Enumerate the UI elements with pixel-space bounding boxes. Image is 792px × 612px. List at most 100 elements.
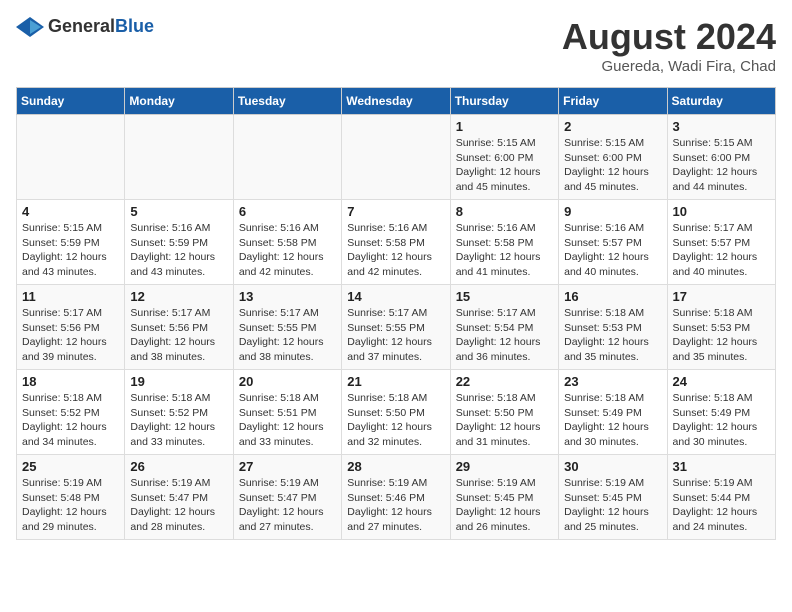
table-row: 31 Sunrise: 5:19 AM Sunset: 5:44 PM Dayli…: [667, 455, 775, 540]
day-info: Sunrise: 5:18 AM Sunset: 5:52 PM Dayligh…: [130, 391, 227, 450]
day-info: Sunrise: 5:19 AM Sunset: 5:46 PM Dayligh…: [347, 476, 444, 535]
day-number: 31: [673, 459, 770, 474]
calendar-header: Sunday Monday Tuesday Wednesday Thursday…: [17, 88, 776, 115]
day-info: Sunrise: 5:19 AM Sunset: 5:47 PM Dayligh…: [239, 476, 336, 535]
day-info: Sunrise: 5:16 AM Sunset: 5:57 PM Dayligh…: [564, 221, 661, 280]
day-number: 9: [564, 204, 661, 219]
table-row: 17 Sunrise: 5:18 AM Sunset: 5:53 PM Dayli…: [667, 285, 775, 370]
table-row: 26Sunrise: 5:19 AM Sunset: 5:47 PM Dayli…: [125, 455, 233, 540]
day-info: Sunrise: 5:16 AM Sunset: 5:58 PM Dayligh…: [456, 221, 553, 280]
table-row: 12 Sunrise: 5:17 AM Sunset: 5:56 PM Dayli…: [125, 285, 233, 370]
col-thursday: Thursday: [450, 88, 558, 115]
day-info: Sunrise: 5:15 AM Sunset: 6:00 PM Dayligh…: [456, 136, 553, 195]
day-info: Sunrise: 5:18 AM Sunset: 5:49 PM Dayligh…: [564, 391, 661, 450]
day-info: Sunrise: 5:16 AM Sunset: 5:59 PM Dayligh…: [130, 221, 227, 280]
table-row: 8 Sunrise: 5:16 AM Sunset: 5:58 PM Daylig…: [450, 200, 558, 285]
table-row: [233, 115, 341, 200]
table-row: 16 Sunrise: 5:18 AM Sunset: 5:53 PM Dayli…: [559, 285, 667, 370]
table-row: 30 Sunrise: 5:19 AM Sunset: 5:45 PM Dayli…: [559, 455, 667, 540]
table-row: 11 Sunrise: 5:17 AM Sunset: 5:56 PM Dayli…: [17, 285, 125, 370]
day-number: 17: [673, 289, 770, 304]
page-header: GeneralBlue August 2024 Guereda, Wadi Fi…: [16, 16, 776, 75]
calendar-title: August 2024: [562, 16, 776, 58]
day-number: 28: [347, 459, 444, 474]
day-info: Sunrise: 5:16 AM Sunset: 5:58 PM Dayligh…: [347, 221, 444, 280]
day-number: 16: [564, 289, 661, 304]
day-number: 25: [22, 459, 119, 474]
day-number: 13: [239, 289, 336, 304]
day-info: Sunrise: 5:17 AM Sunset: 5:56 PM Dayligh…: [22, 306, 119, 365]
col-sunday: Sunday: [17, 88, 125, 115]
table-row: 14 Sunrise: 5:17 AM Sunset: 5:55 PM Dayli…: [342, 285, 450, 370]
calendar-subtitle: Guereda, Wadi Fira, Chad: [562, 58, 776, 75]
col-friday: Friday: [559, 88, 667, 115]
table-row: 19 Sunrise: 5:18 AM Sunset: 5:52 PM Dayli…: [125, 370, 233, 455]
day-number: 27: [239, 459, 336, 474]
table-row: 21 Sunrise: 5:18 AM Sunset: 5:50 PM Dayli…: [342, 370, 450, 455]
day-number: 23: [564, 374, 661, 389]
day-number: 15: [456, 289, 553, 304]
day-number: 22: [456, 374, 553, 389]
day-number: 19: [130, 374, 227, 389]
day-info: Sunrise: 5:18 AM Sunset: 5:53 PM Dayligh…: [564, 306, 661, 365]
table-row: 1 Sunrise: 5:15 AM Sunset: 6:00 PM Daylig…: [450, 115, 558, 200]
day-info: Sunrise: 5:18 AM Sunset: 5:50 PM Dayligh…: [347, 391, 444, 450]
day-number: 1: [456, 119, 553, 134]
table-row: 9 Sunrise: 5:16 AM Sunset: 5:57 PM Daylig…: [559, 200, 667, 285]
day-number: 10: [673, 204, 770, 219]
logo-icon: [16, 17, 44, 37]
table-row: [17, 115, 125, 200]
day-info: Sunrise: 5:17 AM Sunset: 5:55 PM Dayligh…: [347, 306, 444, 365]
logo-general: General: [48, 16, 115, 36]
day-info: Sunrise: 5:15 AM Sunset: 6:00 PM Dayligh…: [564, 136, 661, 195]
title-block: August 2024 Guereda, Wadi Fira, Chad: [562, 16, 776, 75]
day-info: Sunrise: 5:19 AM Sunset: 5:48 PM Dayligh…: [22, 476, 119, 535]
day-number: 2: [564, 119, 661, 134]
day-number: 6: [239, 204, 336, 219]
day-info: Sunrise: 5:18 AM Sunset: 5:51 PM Dayligh…: [239, 391, 336, 450]
table-row: 7Sunrise: 5:16 AM Sunset: 5:58 PM Daylig…: [342, 200, 450, 285]
day-info: Sunrise: 5:19 AM Sunset: 5:44 PM Dayligh…: [673, 476, 770, 535]
col-wednesday: Wednesday: [342, 88, 450, 115]
table-row: [342, 115, 450, 200]
day-number: 26: [130, 459, 227, 474]
logo: GeneralBlue: [16, 16, 154, 37]
table-row: [125, 115, 233, 200]
table-row: 6 Sunrise: 5:16 AM Sunset: 5:58 PM Daylig…: [233, 200, 341, 285]
day-info: Sunrise: 5:18 AM Sunset: 5:49 PM Dayligh…: [673, 391, 770, 450]
table-row: 29 Sunrise: 5:19 AM Sunset: 5:45 PM Dayli…: [450, 455, 558, 540]
day-number: 29: [456, 459, 553, 474]
day-info: Sunrise: 5:17 AM Sunset: 5:57 PM Dayligh…: [673, 221, 770, 280]
day-info: Sunrise: 5:17 AM Sunset: 5:56 PM Dayligh…: [130, 306, 227, 365]
calendar-body: 1 Sunrise: 5:15 AM Sunset: 6:00 PM Daylig…: [17, 115, 776, 540]
day-number: 14: [347, 289, 444, 304]
table-row: 24 Sunrise: 5:18 AM Sunset: 5:49 PM Dayli…: [667, 370, 775, 455]
table-row: 10 Sunrise: 5:17 AM Sunset: 5:57 PM Dayli…: [667, 200, 775, 285]
day-info: Sunrise: 5:15 AM Sunset: 5:59 PM Dayligh…: [22, 221, 119, 280]
day-number: 30: [564, 459, 661, 474]
table-row: 5Sunrise: 5:16 AM Sunset: 5:59 PM Daylig…: [125, 200, 233, 285]
day-info: Sunrise: 5:18 AM Sunset: 5:50 PM Dayligh…: [456, 391, 553, 450]
day-info: Sunrise: 5:17 AM Sunset: 5:54 PM Dayligh…: [456, 306, 553, 365]
day-info: Sunrise: 5:17 AM Sunset: 5:55 PM Dayligh…: [239, 306, 336, 365]
day-info: Sunrise: 5:19 AM Sunset: 5:45 PM Dayligh…: [564, 476, 661, 535]
table-row: 27 Sunrise: 5:19 AM Sunset: 5:47 PM Dayli…: [233, 455, 341, 540]
day-info: Sunrise: 5:18 AM Sunset: 5:52 PM Dayligh…: [22, 391, 119, 450]
table-row: 2 Sunrise: 5:15 AM Sunset: 6:00 PM Daylig…: [559, 115, 667, 200]
calendar-table: Sunday Monday Tuesday Wednesday Thursday…: [16, 87, 776, 540]
logo-blue: Blue: [115, 16, 154, 36]
day-number: 12: [130, 289, 227, 304]
col-tuesday: Tuesday: [233, 88, 341, 115]
day-info: Sunrise: 5:16 AM Sunset: 5:58 PM Dayligh…: [239, 221, 336, 280]
day-info: Sunrise: 5:18 AM Sunset: 5:53 PM Dayligh…: [673, 306, 770, 365]
day-number: 24: [673, 374, 770, 389]
day-number: 21: [347, 374, 444, 389]
day-info: Sunrise: 5:19 AM Sunset: 5:45 PM Dayligh…: [456, 476, 553, 535]
table-row: 4 Sunrise: 5:15 AM Sunset: 5:59 PM Daylig…: [17, 200, 125, 285]
day-number: 8: [456, 204, 553, 219]
table-row: 28 Sunrise: 5:19 AM Sunset: 5:46 PM Dayli…: [342, 455, 450, 540]
day-number: 4: [22, 204, 119, 219]
table-row: 23 Sunrise: 5:18 AM Sunset: 5:49 PM Dayli…: [559, 370, 667, 455]
day-number: 11: [22, 289, 119, 304]
table-row: 20Sunrise: 5:18 AM Sunset: 5:51 PM Dayli…: [233, 370, 341, 455]
